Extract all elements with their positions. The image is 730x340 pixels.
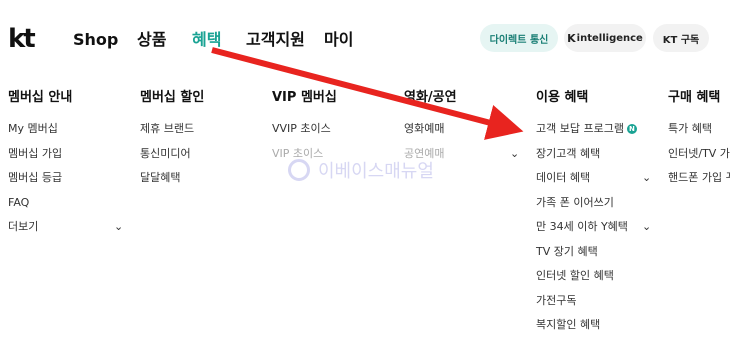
annotation-arrow-icon xyxy=(211,47,524,140)
annotation-arrow-line xyxy=(211,47,524,140)
